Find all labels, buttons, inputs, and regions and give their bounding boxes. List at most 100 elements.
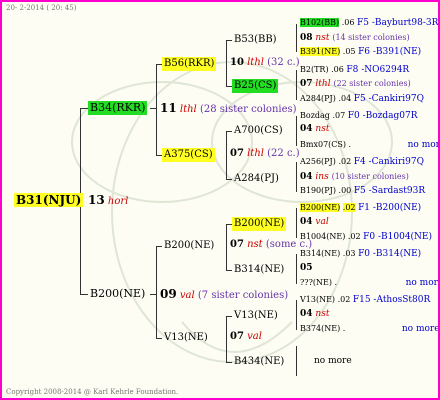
gen2-queen[interactable]: A375(CS) xyxy=(162,148,215,162)
gen4-link[interactable]: F5 -Sardast93R xyxy=(354,186,425,196)
gen4-name[interactable]: B2(TR) xyxy=(300,65,329,74)
gen3-queen[interactable]: B314(NE) xyxy=(232,263,286,277)
gen4-link[interactable]: F4 -Cankiri97Q xyxy=(354,157,424,167)
gen4-val: .02 xyxy=(337,295,351,304)
pedigree-frame: 20- 2-2014 ( 20: 45) B31(NJU) 13 horl B3… xyxy=(0,0,440,400)
gen4-row: B190(PJ) .00 F5 -Sardast93R xyxy=(300,186,425,196)
gen4-name[interactable]: ???(NE) xyxy=(300,278,332,287)
gen4-link[interactable]: F5 -Cankiri97Q xyxy=(354,94,424,104)
gen3-num: 04 xyxy=(300,309,313,319)
gen3-info: 04 nst xyxy=(300,124,329,134)
gen4-name[interactable]: B314(NE) xyxy=(300,249,340,258)
bracket xyxy=(296,162,297,192)
bracket xyxy=(226,40,227,86)
branch-line xyxy=(150,108,156,109)
gen1-pop: val xyxy=(179,290,195,301)
gen4-val: .02 xyxy=(347,232,361,241)
gen4-val: . xyxy=(348,140,352,149)
gen4-row: B1004(NE) .02 F0 -B1004(NE) xyxy=(300,232,432,242)
gen2-info: 07 val xyxy=(230,331,262,342)
gen4-link[interactable]: no more xyxy=(402,324,438,334)
gen4-row: B374(NE) . no more xyxy=(300,324,438,334)
gen4-link[interactable]: no more xyxy=(314,356,352,366)
gen2-pop: val xyxy=(247,331,262,342)
gen4-name[interactable]: B190(PJ) xyxy=(300,186,336,195)
gen4-link[interactable]: F0 -B1004(NE) xyxy=(363,232,432,242)
gen2-pop: lthl xyxy=(247,148,264,159)
gen4-val: . xyxy=(342,324,346,333)
gen3-note: (10 sister colonies) xyxy=(331,172,409,181)
gen4-name[interactable]: Bmx07(CS) xyxy=(300,140,346,149)
bracket xyxy=(296,70,297,100)
gen4-name[interactable]: Bozdag xyxy=(300,111,330,120)
gen4-row: no more xyxy=(314,356,352,366)
branch-line xyxy=(80,108,88,109)
gen4-row: Bmx07(CS) . no more xyxy=(300,140,438,150)
branch-line xyxy=(80,294,88,295)
gen4-row: Bozdag .07 F0 -Bozdag07R xyxy=(300,111,418,121)
gen3-info: 04 val xyxy=(300,217,329,227)
copyright: Copyright 2008-2014 @ Karl Kehrle Founda… xyxy=(6,388,179,396)
gen2-pop: nst xyxy=(247,239,263,250)
gen4-name[interactable]: B391(NE) xyxy=(300,47,341,56)
bracket xyxy=(296,116,297,146)
bracket xyxy=(226,224,227,270)
gen3-queen[interactable]: B434(NE) xyxy=(232,355,286,369)
bracket xyxy=(296,254,297,284)
bracket xyxy=(296,24,297,52)
gen4-name[interactable]: B1004(NE) xyxy=(300,232,345,241)
gen2-note: (22 c.) xyxy=(267,148,300,159)
gen4-link[interactable]: F1 -B200(NE) xyxy=(358,203,421,213)
bracket xyxy=(226,131,227,179)
gen3-info: 08 nst (14 sister colonies) xyxy=(300,33,410,43)
gen3-queen[interactable]: A700(CS) xyxy=(232,124,285,138)
gen3-num: 04 xyxy=(300,217,313,227)
gen3-queen[interactable]: B200(NE) xyxy=(232,217,287,231)
gen1-queen[interactable]: B200(NE) xyxy=(88,287,147,301)
timestamp: 20- 2-2014 ( 20: 45) xyxy=(6,4,77,12)
gen3-pop: lthl xyxy=(315,79,331,89)
branch-line xyxy=(150,294,156,295)
gen4-link[interactable]: F0 -B314(NE) xyxy=(358,249,421,259)
gen4-name[interactable]: B102(BB) xyxy=(300,18,340,27)
gen3-pop: nst xyxy=(315,309,330,319)
gen1-num: 11 xyxy=(160,101,177,115)
root-queen[interactable]: B31(NJU) xyxy=(14,193,84,207)
root-info: 13 horl xyxy=(88,193,128,207)
gen4-link[interactable]: F5 -Bayburt98-3R xyxy=(357,18,438,28)
gen4-name[interactable]: A256(PJ) xyxy=(300,157,336,166)
gen4-link[interactable]: F0 -Bozdag07R xyxy=(348,111,418,121)
gen2-queen[interactable]: V13(NE) xyxy=(162,331,210,345)
root-num: 13 xyxy=(88,193,105,207)
gen3-queen[interactable]: V13(NE) xyxy=(232,309,280,323)
gen3-queen[interactable]: B25(CS) xyxy=(232,79,279,93)
gen3-queen[interactable]: B53(BB) xyxy=(232,33,279,47)
gen4-name[interactable]: B374(NE) xyxy=(300,324,340,333)
gen4-val: .02 xyxy=(338,157,352,166)
gen2-info: 07 lthl (22 c.) xyxy=(230,148,300,159)
gen3-num: 05 xyxy=(300,263,313,273)
gen4-name[interactable]: V13(NE) xyxy=(300,295,335,304)
gen3-info: 04 ins (10 sister colonies) xyxy=(300,172,409,182)
gen2-num: 10 xyxy=(230,57,244,68)
gen3-info: 05 xyxy=(300,263,313,273)
gen2-num: 07 xyxy=(230,148,244,159)
gen4-name[interactable]: A284(PJ) xyxy=(300,94,336,103)
gen2-queen[interactable]: B56(RKR) xyxy=(162,57,217,71)
gen2-num: 07 xyxy=(230,239,244,250)
gen2-queen[interactable]: B200(NE) xyxy=(162,239,216,253)
gen1-note: (28 sister colonies) xyxy=(199,104,297,115)
gen3-info: 04 nst xyxy=(300,309,329,319)
gen4-link[interactable]: no more xyxy=(408,140,438,150)
gen4-link[interactable]: F8 -NO6294R xyxy=(346,65,409,75)
gen4-row: B314(NE) .03 F0 -B314(NE) xyxy=(300,249,421,259)
gen4-name[interactable]: B200(NE) xyxy=(300,203,341,212)
gen1-queen[interactable]: B34(RKR) xyxy=(88,101,148,115)
gen4-link[interactable]: F6 -B391(NE) xyxy=(358,47,421,57)
gen4-link[interactable]: no more xyxy=(406,278,438,288)
gen1-num: 09 xyxy=(160,287,177,301)
gen4-link[interactable]: F15 -AthosSt80R xyxy=(353,295,430,305)
gen2-num: 07 xyxy=(230,331,244,342)
gen4-row: A284(PJ) .04 F5 -Cankiri97Q xyxy=(300,94,424,104)
gen3-queen[interactable]: A284(PJ) xyxy=(232,172,281,186)
